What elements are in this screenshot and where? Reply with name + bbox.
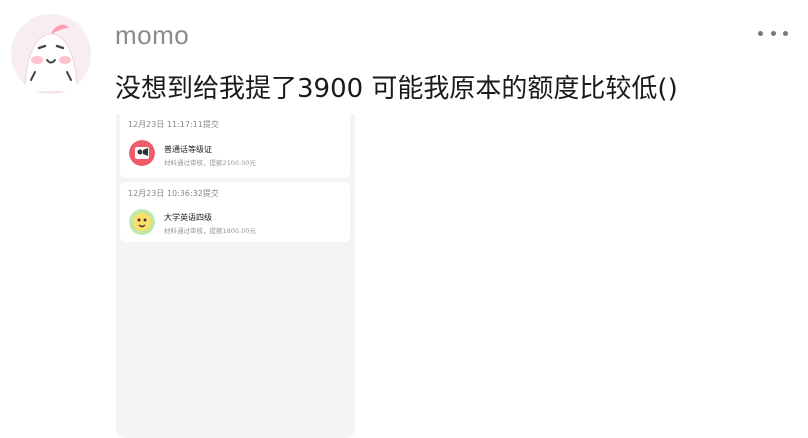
list-item: 12月23日 11:17:11提交 普通话等级证 材料通过审核，提额2100.0… <box>120 114 350 178</box>
peach-character-icon <box>11 14 91 94</box>
submit-timestamp: 12月23日 11:17:11提交 <box>128 120 219 129</box>
submit-timestamp: 12月23日 10:36:32提交 <box>128 189 219 198</box>
item-subtitle: 材料通过审核，提额2100.00元 <box>164 159 256 167</box>
item-subtitle: 材料通过审核，提额1800.00元 <box>164 227 256 235</box>
cet4-icon <box>129 209 155 235</box>
avatar[interactable] <box>11 14 91 94</box>
list-item: 12月23日 10:36:32提交 大学英语四级 材料通过审核，提额1800.0… <box>120 182 350 242</box>
post-text: 没想到给我提了3900 可能我原本的额度比较低() <box>115 74 678 104</box>
attached-screenshot[interactable]: 12月23日 11:17:11提交 普通话等级证 材料通过审核，提额2100.0… <box>116 114 355 438</box>
mandarin-cert-icon <box>129 140 155 166</box>
more-horizontal-icon[interactable] <box>758 23 788 43</box>
item-title: 普通话等级证 <box>164 145 212 154</box>
username[interactable]: momo <box>115 20 189 51</box>
item-title: 大学英语四级 <box>164 213 212 222</box>
